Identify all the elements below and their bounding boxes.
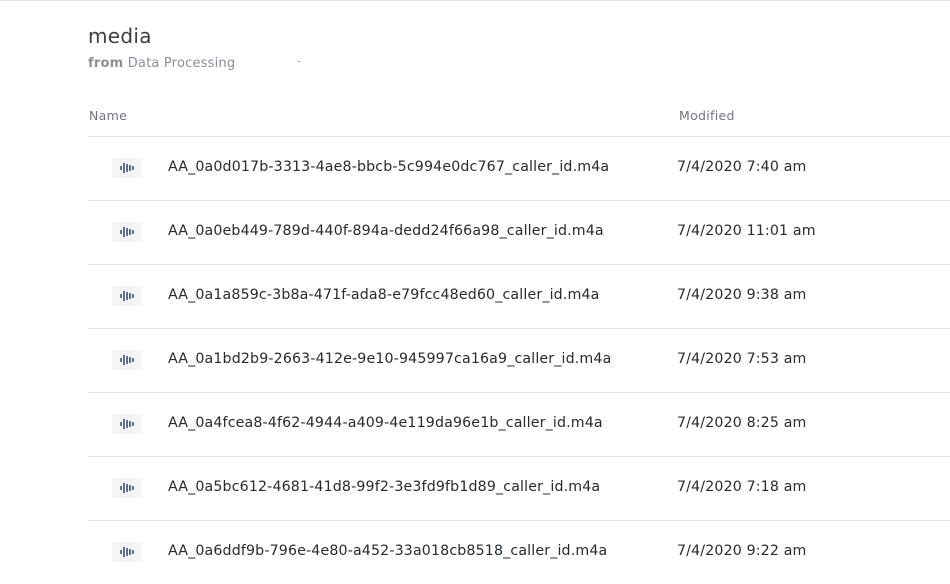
audio-waveform-icon	[112, 542, 142, 562]
modified-date: 7/4/2020 9:38 am	[677, 287, 807, 303]
modified-date: 7/4/2020 8:25 am	[677, 415, 807, 431]
table-row[interactable]: AA_0a4fcea8-4f62-4944-a409-4e119da96e1b_…	[88, 393, 950, 457]
audio-waveform-icon	[112, 350, 142, 370]
waveform-glyph	[120, 227, 134, 237]
waveform-glyph	[120, 163, 134, 173]
column-header-modified[interactable]: Modified	[679, 108, 735, 123]
file-name-link[interactable]: AA_0a1bd2b9-2663-412e-9e10-945997ca16a9_…	[168, 351, 611, 367]
file-name-link[interactable]: AA_0a4fcea8-4f62-4944-a409-4e119da96e1b_…	[168, 415, 603, 431]
file-name-link[interactable]: AA_0a5bc612-4681-41d8-99f2-3e3fd9fb1d89_…	[168, 479, 600, 495]
modified-date: 7/4/2020 7:40 am	[677, 159, 807, 175]
file-name-link[interactable]: AA_0a1a859c-3b8a-471f-ada8-e79fcc48ed60_…	[168, 287, 599, 303]
breadcrumb-prefix: from	[88, 56, 124, 71]
page-title: media	[88, 24, 152, 48]
audio-waveform-icon	[112, 414, 142, 434]
waveform-glyph	[120, 355, 134, 365]
page-header: media from Data Processing	[88, 22, 235, 71]
waveform-glyph	[120, 547, 134, 557]
waveform-glyph	[120, 419, 134, 429]
waveform-glyph	[120, 291, 134, 301]
stray-mark	[298, 61, 300, 62]
top-divider	[0, 0, 950, 1]
column-header-name[interactable]: Name	[89, 108, 127, 123]
audio-waveform-icon	[112, 222, 142, 242]
file-table: Name Modified AA_0a0d017b-3313-4ae8-bbcb…	[88, 100, 950, 584]
audio-waveform-icon	[112, 286, 142, 306]
modified-date: 7/4/2020 7:53 am	[677, 351, 807, 367]
table-row[interactable]: AA_0a1bd2b9-2663-412e-9e10-945997ca16a9_…	[88, 329, 950, 393]
file-name-link[interactable]: AA_0a0eb449-789d-440f-894a-dedd24f66a98_…	[168, 223, 604, 239]
file-name-link[interactable]: AA_0a6ddf9b-796e-4e80-a452-33a018cb8518_…	[168, 543, 607, 559]
modified-date: 7/4/2020 11:01 am	[677, 223, 816, 239]
audio-waveform-icon	[112, 158, 142, 178]
table-row[interactable]: AA_0a0d017b-3313-4ae8-bbcb-5c994e0dc767_…	[88, 137, 950, 201]
table-row[interactable]: AA_0a1a859c-3b8a-471f-ada8-e79fcc48ed60_…	[88, 265, 950, 329]
file-name-link[interactable]: AA_0a0d017b-3313-4ae8-bbcb-5c994e0dc767_…	[168, 159, 609, 175]
table-header: Name Modified	[88, 100, 950, 137]
breadcrumb-parent-link[interactable]: Data Processing	[128, 56, 236, 71]
modified-date: 7/4/2020 7:18 am	[677, 479, 807, 495]
table-row[interactable]: AA_0a0eb449-789d-440f-894a-dedd24f66a98_…	[88, 201, 950, 265]
audio-waveform-icon	[112, 478, 142, 498]
waveform-glyph	[120, 483, 134, 493]
table-row[interactable]: AA_0a6ddf9b-796e-4e80-a452-33a018cb8518_…	[88, 521, 950, 584]
breadcrumb: from Data Processing	[88, 56, 235, 71]
table-row[interactable]: AA_0a5bc612-4681-41d8-99f2-3e3fd9fb1d89_…	[88, 457, 950, 521]
modified-date: 7/4/2020 9:22 am	[677, 543, 807, 559]
